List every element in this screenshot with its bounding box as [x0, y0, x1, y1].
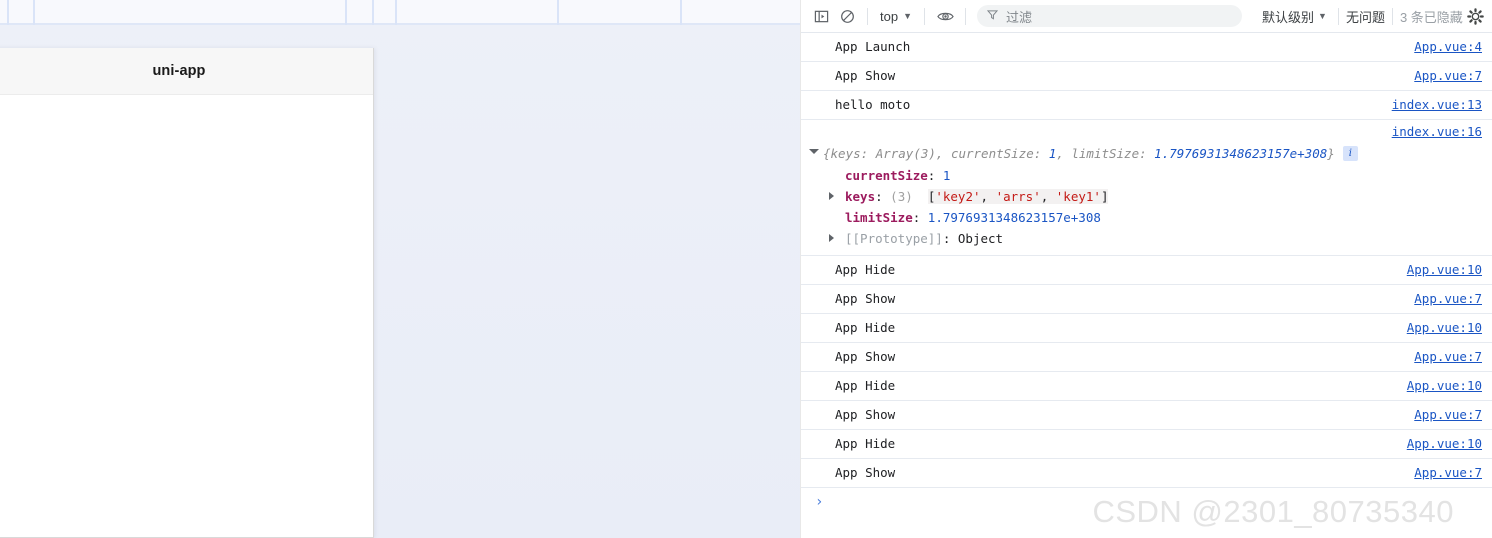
simulator-toolbar-divider [345, 0, 347, 25]
simulator-device-frame: uni-app [0, 48, 374, 538]
context-selector-label: top [880, 8, 899, 24]
log-level-label: 默认级别 [1262, 9, 1315, 25]
simulator-toolbar-divider [395, 0, 397, 25]
object-property-value: Object [957, 231, 1004, 246]
expand-triangle-icon[interactable] [829, 234, 834, 242]
console-source-link[interactable]: App.vue:10 [1407, 435, 1482, 453]
toolbar-divider [965, 7, 966, 25]
simulator-page-body [0, 95, 373, 537]
simulator-pane: uni-app [0, 0, 800, 538]
expand-triangle-icon[interactable] [829, 192, 834, 200]
object-property-value: 1 [942, 168, 951, 183]
console-message-row[interactable]: App Hide App.vue:10 [801, 256, 1492, 285]
log-level-selector[interactable]: 默认级别 ▼ [1258, 5, 1331, 28]
console-source-link[interactable]: index.vue:16 [1392, 124, 1482, 140]
console-source-link[interactable]: App.vue:4 [1414, 38, 1482, 56]
console-message-row[interactable]: App Hide App.vue:10 [801, 372, 1492, 401]
console-message-row[interactable]: App Show App.vue:7 [801, 62, 1492, 91]
console-source-link[interactable]: App.vue:7 [1414, 67, 1482, 85]
console-message-text: App Hide [835, 378, 896, 393]
console-message-row[interactable]: App Show App.vue:7 [801, 459, 1492, 488]
console-message-text: App Launch [835, 39, 911, 54]
object-property-key: [[Prototype]] [845, 231, 943, 246]
expand-triangle-icon[interactable] [809, 149, 819, 154]
object-preview-line[interactable]: {keys: Array(3), currentSize: 1, limitSi… [801, 142, 1482, 165]
object-property-row[interactable]: [[Prototype]]: Object [801, 228, 1482, 249]
console-message-text: hello moto [835, 97, 911, 112]
console-object-source-line: index.vue:16 [801, 120, 1482, 142]
console-message-text: App Show [835, 291, 896, 306]
console-message-text: App Show [835, 349, 896, 364]
gear-icon[interactable] [1463, 3, 1489, 29]
simulator-toolbar-divider [557, 0, 559, 25]
console-toolbar: top ▼ 过滤 默认级别 ▼ 无问题 3 条已隐藏 [801, 0, 1492, 33]
console-message-row[interactable]: App Hide App.vue:10 [801, 430, 1492, 459]
console-source-link[interactable]: App.vue:7 [1414, 348, 1482, 366]
object-property-row[interactable]: currentSize: 1 [801, 165, 1482, 186]
console-source-link[interactable]: App.vue:10 [1407, 319, 1482, 337]
page-title: uni-app [152, 63, 206, 79]
object-property-key: limitSize [845, 210, 913, 225]
console-message-text: App Hide [835, 320, 896, 335]
filter-funnel-icon [986, 7, 999, 25]
console-source-link[interactable]: index.vue:13 [1392, 96, 1482, 114]
console-message-text: App Show [835, 465, 896, 480]
toolbar-divider [1391, 7, 1393, 25]
console-message-list[interactable]: App Launch App.vue:4 App Show App.vue:7 hell… [801, 33, 1492, 538]
filter-input[interactable]: 过滤 [977, 5, 1242, 27]
console-source-link[interactable]: App.vue:7 [1414, 406, 1482, 424]
object-property-key: keys [845, 189, 876, 204]
clear-console-icon[interactable] [834, 3, 860, 29]
context-selector[interactable]: top ▼ [875, 7, 917, 26]
console-message-row[interactable]: App Show App.vue:7 [801, 401, 1492, 430]
object-property-value: 1.7976931348623157e+308 [927, 210, 1101, 225]
devtools-panel: top ▼ 过滤 默认级别 ▼ 无问题 3 条已隐藏 App Launch Ap… [800, 0, 1492, 538]
toolbar-divider [1337, 7, 1339, 25]
console-message-text: App Hide [835, 262, 896, 277]
watermark: CSDN @2301_80735340 [1092, 494, 1454, 529]
console-source-link[interactable]: App.vue:10 [1407, 377, 1482, 395]
toolbar-divider [924, 7, 925, 25]
console-source-link[interactable]: App.vue:10 [1407, 261, 1482, 279]
simulator-titlebar: uni-app [0, 48, 373, 95]
simulator-toolbar [0, 0, 800, 25]
prompt-chevron-icon: › [815, 494, 824, 510]
object-property-key: currentSize [845, 168, 928, 183]
simulator-toolbar-divider [680, 0, 682, 25]
sidebar-toggle-icon[interactable] [808, 3, 834, 29]
hidden-messages-count: 3 条已隐藏 [1399, 9, 1463, 25]
console-message-row[interactable]: App Show App.vue:7 [801, 285, 1492, 314]
object-property-row[interactable]: limitSize: 1.7976931348623157e+308 [801, 207, 1482, 228]
console-message-row[interactable]: App Hide App.vue:10 [801, 314, 1492, 343]
filter-placeholder: 过滤 [1006, 9, 1033, 25]
console-message-text: App Hide [835, 436, 896, 451]
object-preview-text: {keys: Array(3), currentSize: 1, limitSi… [823, 146, 1335, 161]
console-message-row[interactable]: hello moto index.vue:13 [801, 91, 1492, 120]
object-property-value: ['key2', 'arrs', 'key1'] [927, 189, 1109, 204]
simulator-toolbar-divider [372, 0, 374, 25]
console-object-row[interactable]: index.vue:16 {keys: Array(3), currentSize… [801, 120, 1492, 256]
console-source-link[interactable]: App.vue:7 [1414, 464, 1482, 482]
console-message-text: App Show [835, 68, 896, 83]
console-message-row[interactable]: App Launch App.vue:4 [801, 33, 1492, 62]
simulator-toolbar-divider [7, 0, 9, 25]
object-property-row[interactable]: keys: (3) ['key2', 'arrs', 'key1'] [801, 186, 1482, 207]
simulator-toolbar-divider [33, 0, 35, 25]
chevron-down-icon: ▼ [1318, 10, 1327, 21]
info-badge-icon[interactable]: i [1342, 146, 1358, 161]
console-message-row[interactable]: App Show App.vue:7 [801, 343, 1492, 372]
screenshot-root: uni-app top ▼ 过滤 默认级别 ▼ 无问题 3 条已隐藏 App L… [0, 0, 1492, 538]
toolbar-divider [867, 7, 868, 25]
issues-status[interactable]: 无问题 [1346, 7, 1385, 26]
live-expression-eye-icon[interactable] [932, 3, 958, 29]
array-length: (3) [890, 189, 913, 204]
console-message-text: App Show [835, 407, 896, 422]
console-source-link[interactable]: App.vue:7 [1414, 290, 1482, 308]
chevron-down-icon: ▼ [903, 10, 912, 21]
